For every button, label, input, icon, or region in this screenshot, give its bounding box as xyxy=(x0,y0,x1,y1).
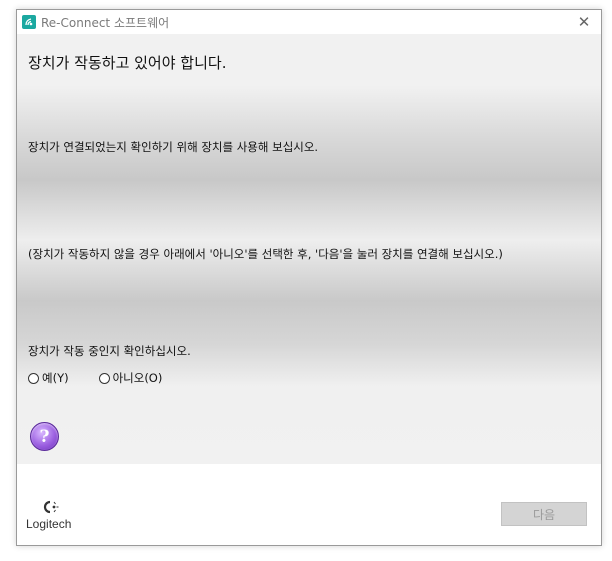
wizard-content: 장치가 작동하고 있어야 합니다. 장치가 연결되었는지 확인하기 위해 장치를… xyxy=(17,34,601,464)
radio-yes-circle[interactable] xyxy=(28,372,39,384)
radio-no-circle[interactable] xyxy=(98,372,110,384)
window-title: Re-Connect 소프트웨어 xyxy=(41,16,170,30)
fallback-instruction-text: (장치가 작동하지 않을 경우 아래에서 '아니오'를 선택한 후, '다음'을… xyxy=(28,247,503,261)
logitech-wordmark: Logitech xyxy=(26,517,72,531)
logitech-logo: Logitech xyxy=(26,500,82,540)
reconnect-window: Re-Connect 소프트웨어 ✕ 장치가 작동하고 있어야 합니다. 장치가… xyxy=(16,9,602,546)
instruction-text: 장치가 연결되었는지 확인하기 위해 장치를 사용해 보십시오. xyxy=(28,140,319,154)
answer-radio-group: 예(Y) 아니오(O) xyxy=(28,370,192,386)
help-icon[interactable]: ? xyxy=(30,422,59,451)
radio-yes[interactable]: 예(Y) xyxy=(28,370,69,386)
radio-yes-label[interactable]: 예(Y) xyxy=(42,370,69,386)
radio-no[interactable]: 아니오(O) xyxy=(98,370,163,386)
question-text: 장치가 작동 중인지 확인하십시오. xyxy=(28,344,191,358)
radio-no-label[interactable]: 아니오(O) xyxy=(113,370,163,386)
next-button[interactable]: 다음 xyxy=(501,502,587,526)
logitech-mark-icon xyxy=(43,500,59,518)
footer-bar: Logitech 다음 xyxy=(17,464,601,545)
close-icon: ✕ xyxy=(577,13,591,31)
title-bar[interactable]: Re-Connect 소프트웨어 ✕ xyxy=(17,10,601,34)
page-heading: 장치가 작동하고 있어야 합니다. xyxy=(28,54,227,72)
app-icon xyxy=(22,15,36,29)
help-glyph: ? xyxy=(39,426,50,447)
close-button[interactable]: ✕ xyxy=(573,13,595,31)
